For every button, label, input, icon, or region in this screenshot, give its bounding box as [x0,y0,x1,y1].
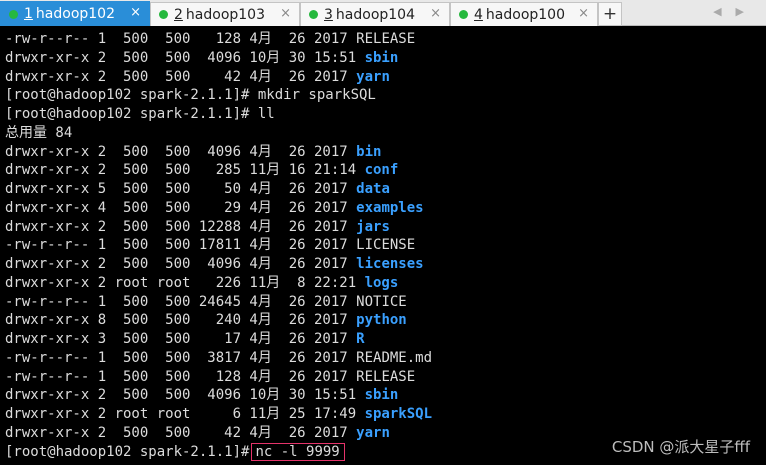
terminal-line: drwxr-xr-x 2 500 500 42 4月 26 2017 yarn [5,68,390,87]
terminal-line: -rw-r--r-- 1 500 500 17811 4月 26 2017 LI… [5,236,415,255]
directory-name: python [356,312,407,329]
line-text: drwxr-xr-x 2 500 500 4096 10月 30 15:51 [5,49,365,66]
file-name: NOTICE [356,293,407,310]
directory-name: licenses [356,256,424,272]
directory-name: yarn [356,424,390,441]
tab-number: 4 [474,6,483,23]
tab-number: 1 [24,6,33,22]
terminal-line: [root@hadoop102 spark-2.1.1]# ll [5,105,275,124]
terminal-line: drwxr-xr-x 2 500 500 4096 10月 30 15:51 s… [5,386,398,405]
tab-label: hadoop104 [335,6,415,23]
directory-name: sparkSQL [364,406,433,422]
line-text: drwxr-xr-x 2 500 500 4096 4月 26 2017 [5,143,357,160]
new-tab-button[interactable]: + [598,2,622,26]
terminal-line: drwxr-xr-x 2 500 500 42 4月 26 2017 yarn [5,424,390,443]
line-text: drwxr-xr-x 2 500 500 12288 4月 26 2017 [5,218,357,235]
tab-hadoop104[interactable]: 3 hadoop104 × [300,2,450,26]
directory-name: R [356,331,365,347]
terminal-line: -rw-r--r-- 1 500 500 24645 4月 26 2017 NO… [5,293,407,312]
status-dot-icon [459,10,468,19]
line-text: [root@hadoop102 spark-2.1.1]# mkdir spar… [5,87,376,104]
line-text: drwxr-xr-x 3 500 500 17 4月 26 2017 [5,331,357,347]
directory-name: yarn [356,68,390,85]
line-text: drwxr-xr-x 2 root root 6 11月 25 17:49 [5,406,365,422]
terminal-line: drwxr-xr-x 2 500 500 4096 10月 30 15:51 s… [5,49,398,68]
directory-name: data [356,181,390,197]
directory-name: examples [356,199,424,216]
terminal-line: drwxr-xr-x 8 500 500 240 4月 26 2017 pyth… [5,311,407,330]
terminal-output[interactable]: -rw-r--r-- 1 500 500 128 4月 26 2017 RELE… [0,29,766,465]
terminal-line: drwxr-xr-x 5 500 500 50 4月 26 2017 data [5,180,390,199]
file-name: RELEASE [356,368,416,385]
tab-label: hadoop100 [485,6,565,23]
close-icon[interactable]: × [578,6,589,21]
status-dot-icon [309,10,318,19]
terminal-line: drwxr-xr-x 2 root root 226 11月 8 22:21 l… [5,274,398,293]
status-dot-icon [9,9,18,19]
line-text: -rw-r--r-- 1 500 500 128 4月 26 2017 [5,31,357,47]
terminal-line: -rw-r--r-- 1 500 500 128 4月 26 2017 RELE… [5,368,415,387]
shell-prompt: [root@hadoop102 spark-2.1.1]# [5,443,250,460]
line-text: drwxr-xr-x 2 500 500 42 4月 26 2017 [5,424,357,441]
tab-number: 2 [174,6,183,23]
file-name: README.md [356,349,433,366]
watermark: CSDN @派大星子fff [611,438,750,456]
terminal-line: [root@hadoop102 spark-2.1.1]# mkdir spar… [5,86,376,105]
chevron-left-icon[interactable]: ◀ [713,5,735,18]
terminal-line: 总用量 84 [5,124,72,143]
tab-bar: 1 hadoop102 × 2 hadoop103 × 3 hadoop104 … [0,0,766,26]
directory-name: logs [364,274,399,291]
line-text: drwxr-xr-x 8 500 500 240 4月 26 2017 [5,312,357,329]
line-text: drwxr-xr-x 2 500 500 4096 10月 30 15:51 [5,387,365,404]
terminal-line: drwxr-xr-x 4 500 500 29 4月 26 2017 examp… [5,199,424,218]
close-icon[interactable]: × [130,5,141,20]
line-text: drwxr-xr-x 4 500 500 29 4月 26 2017 [5,199,357,216]
line-text: [root@hadoop102 spark-2.1.1]# ll [5,106,275,122]
file-name: RELEASE [356,31,416,47]
close-icon[interactable]: × [280,6,291,21]
terminal-line: drwxr-xr-x 2 500 500 4096 4月 26 2017 lic… [5,255,424,274]
directory-name: sbin [364,387,399,404]
line-text: drwxr-xr-x 2 500 500 4096 4月 26 2017 [5,256,357,272]
line-text: drwxr-xr-x 2 root root 226 11月 8 22:21 [5,274,365,291]
line-text: drwxr-xr-x 2 500 500 42 4月 26 2017 [5,68,357,85]
terminal-line: drwxr-xr-x 3 500 500 17 4月 26 2017 R [5,330,365,349]
prompt-line[interactable]: [root@hadoop102 spark-2.1.1]# nc -l 9999 [5,442,345,462]
line-text: -rw-r--r-- 1 500 500 24645 4月 26 2017 [5,293,357,310]
tab-hadoop103[interactable]: 2 hadoop103 × [150,2,300,26]
close-icon[interactable]: × [430,6,441,21]
tab-number: 3 [324,6,333,23]
directory-name: sbin [364,49,399,66]
directory-name: jars [356,218,390,235]
highlighted-command: nc -l 9999 [251,442,345,461]
terminal-line: drwxr-xr-x 2 root root 6 11月 25 17:49 sp… [5,405,432,424]
tab-label: hadoop103 [185,6,265,23]
terminal-line: drwxr-xr-x 2 500 500 285 11月 16 21:14 co… [5,161,398,180]
line-text: -rw-r--r-- 1 500 500 128 4月 26 2017 [5,368,357,385]
terminal-line: -rw-r--r-- 1 500 500 3817 4月 26 2017 REA… [5,349,432,368]
terminal-line: -rw-r--r-- 1 500 500 128 4月 26 2017 RELE… [5,30,415,49]
line-text: drwxr-xr-x 2 500 500 285 11月 16 21:14 [5,162,365,179]
tab-hadoop102[interactable]: 1 hadoop102 × [0,1,150,26]
tab-hadoop100[interactable]: 4 hadoop100 × [450,2,598,26]
tab-scroll-arrows[interactable]: ◀▶ [713,5,758,18]
directory-name: bin [356,143,382,160]
terminal-line: drwxr-xr-x 2 500 500 4096 4月 26 2017 bin [5,143,381,162]
chevron-right-icon[interactable]: ▶ [736,5,758,18]
directory-name: conf [364,162,399,179]
line-text: 总用量 84 [5,124,73,141]
tab-label: hadoop102 [35,6,115,22]
line-text: -rw-r--r-- 1 500 500 17811 4月 26 2017 [5,237,357,254]
terminal-line: drwxr-xr-x 2 500 500 12288 4月 26 2017 ja… [5,218,390,237]
line-text: drwxr-xr-x 5 500 500 50 4月 26 2017 [5,181,357,197]
status-dot-icon [159,10,168,19]
line-text: -rw-r--r-- 1 500 500 3817 4月 26 2017 [5,349,357,366]
file-name: LICENSE [356,237,416,254]
